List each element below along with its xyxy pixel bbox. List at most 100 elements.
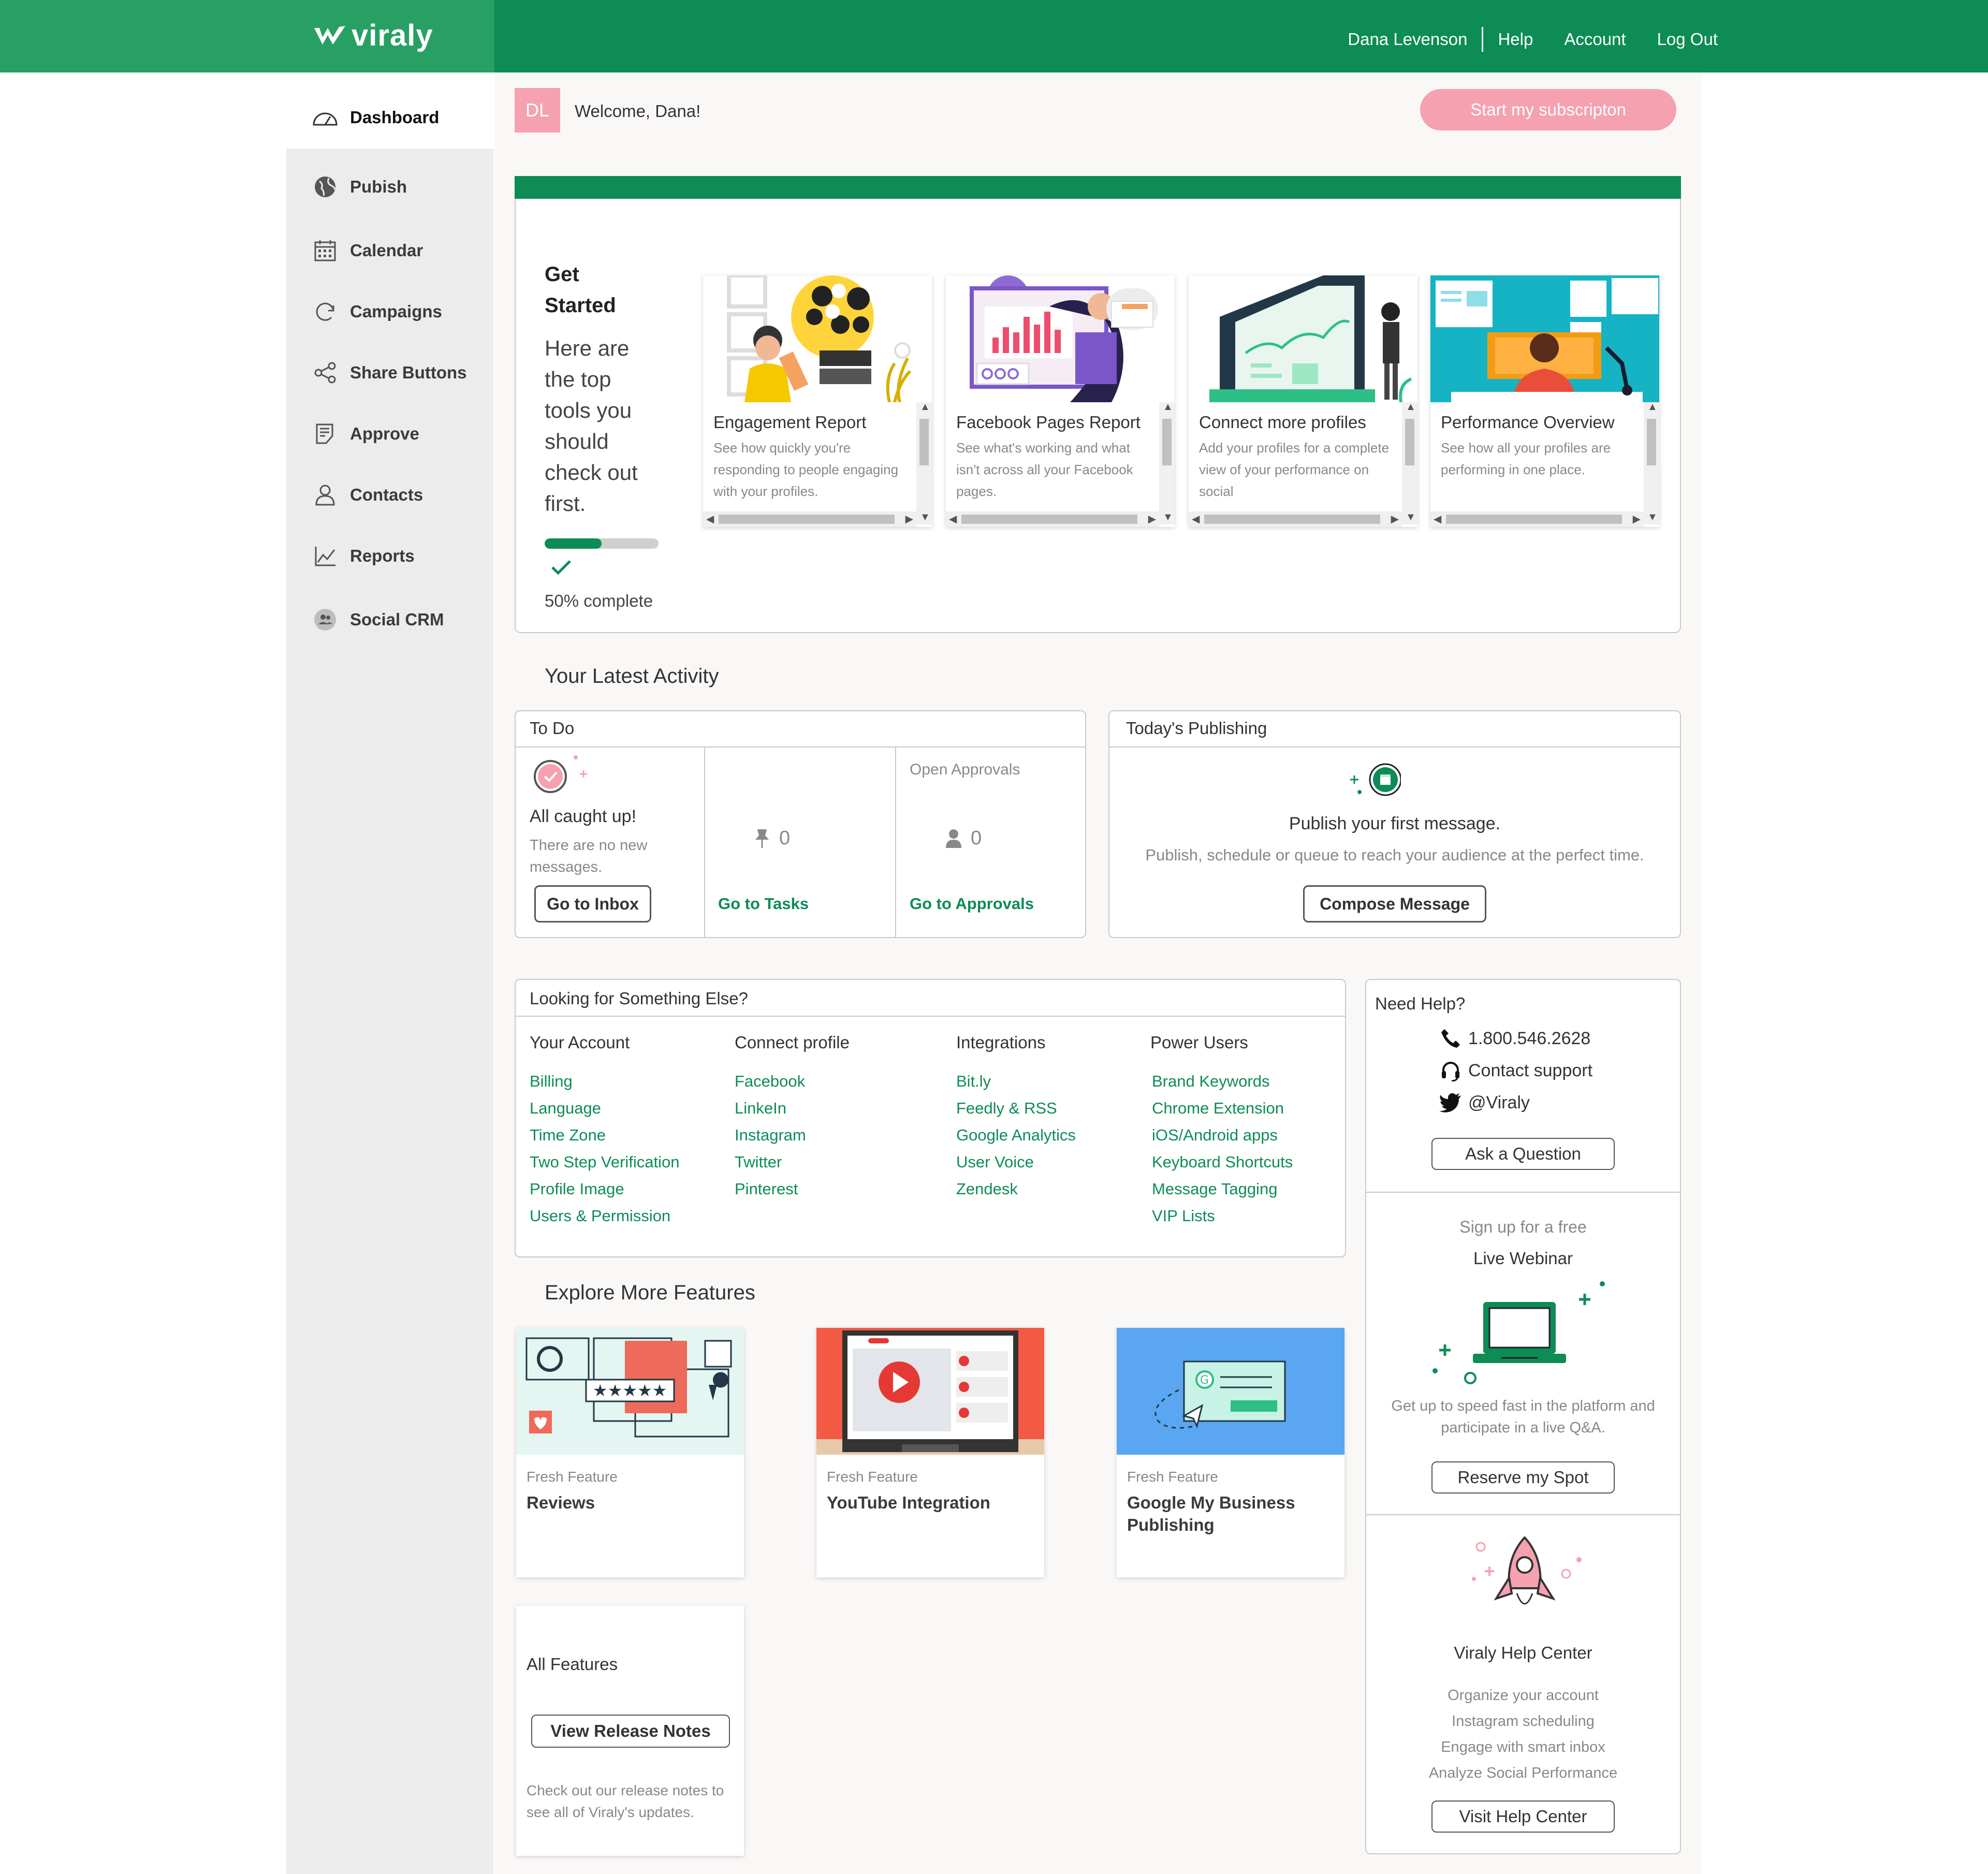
time-zone-link[interactable]: Time Zone <box>530 1122 680 1149</box>
nav-divider <box>1482 27 1484 52</box>
approvals-count: 0 <box>945 827 982 850</box>
tool-card-engagement-report[interactable]: Engagement Report See how quickly you're… <box>703 275 932 527</box>
sidebar-item-dashboard[interactable]: Dashboard <box>312 102 439 133</box>
zendesk-link[interactable]: Zendesk <box>956 1176 1076 1203</box>
sidebar-item-approve[interactable]: Approve <box>312 418 419 449</box>
globe-icon <box>312 173 339 200</box>
horizontal-scrollbar[interactable]: ◀ ▶ <box>946 511 1159 527</box>
chart-icon <box>312 543 339 569</box>
sidebar-item-label: Reports <box>350 546 415 565</box>
vertical-scrollbar[interactable]: ▲ ▼ <box>1644 401 1659 524</box>
viraly-logo[interactable]: viraly <box>313 14 433 56</box>
tool-card-desc: See how quickly you're responding to peo… <box>713 440 899 499</box>
facebook-link[interactable]: Facebook <box>735 1068 850 1095</box>
help-link[interactable]: Help <box>1498 30 1533 49</box>
sidebar-item-label: Share Buttons <box>350 363 467 382</box>
approve-icon <box>312 420 339 447</box>
webinar-kicker: Sign up for a free <box>1459 1218 1587 1236</box>
desc-line: first. <box>545 491 586 516</box>
contact-support-line[interactable]: Contact support <box>1439 1059 1592 1082</box>
chrome-extension-link[interactable]: Chrome Extension <box>1152 1095 1293 1122</box>
go-to-approvals-link[interactable]: Go to Approvals <box>910 895 1034 913</box>
feature-card-reviews[interactable]: ★★★★★ Fresh Feature Reviews <box>516 1328 744 1577</box>
pinterest-link[interactable]: Pinterest <box>735 1176 850 1203</box>
visit-help-center-button[interactable]: Visit Help Center <box>1431 1800 1615 1833</box>
feature-card-google-my-business[interactable]: G Fresh Feature Google My Business Publi… <box>1117 1328 1344 1577</box>
bitly-link[interactable]: Bit.ly <box>956 1068 1076 1095</box>
publish-calendar-icon <box>1349 760 1402 799</box>
horizontal-scrollbar[interactable]: ◀ ▶ <box>1430 511 1644 527</box>
linkedin-link[interactable]: LinkeIn <box>735 1095 850 1122</box>
go-to-inbox-button[interactable]: Go to Inbox <box>534 885 651 923</box>
todo-col-divider <box>704 746 705 938</box>
vertical-scrollbar[interactable]: ▲ ▼ <box>1402 401 1417 524</box>
vertical-scrollbar[interactable]: ▲ ▼ <box>1159 401 1175 524</box>
power-users-column: Power Users Brand Keywords Chrome Extens… <box>1150 1033 1293 1229</box>
ask-question-button[interactable]: Ask a Question <box>1431 1138 1615 1170</box>
start-subscription-button[interactable]: Start my subscripton <box>1420 89 1676 130</box>
tool-card-performance-overview[interactable]: Performance Overview See how all your pr… <box>1430 275 1659 527</box>
sidebar-item-contacts[interactable]: Contacts <box>312 479 423 510</box>
tool-card-facebook-pages-report[interactable]: Facebook Pages Report See what's working… <box>946 275 1175 527</box>
google-analytics-link[interactable]: Google Analytics <box>956 1122 1076 1149</box>
get-started-desc: Here are the top tools you should check … <box>545 333 638 519</box>
sidebar-item-social-crm[interactable]: Social CRM <box>312 604 444 635</box>
logout-link[interactable]: Log Out <box>1657 30 1718 49</box>
message-tagging-link[interactable]: Message Tagging <box>1152 1176 1293 1203</box>
profile-image-link[interactable]: Profile Image <box>530 1176 680 1203</box>
go-to-tasks-link[interactable]: Go to Tasks <box>718 895 809 913</box>
sidebar-item-label: Campaigns <box>350 302 442 321</box>
people-icon <box>312 606 339 633</box>
column-heading: Power Users <box>1150 1033 1248 1052</box>
performance-illustration <box>1430 275 1659 402</box>
language-link[interactable]: Language <box>530 1095 680 1122</box>
users-permission-link[interactable]: Users & Permission <box>530 1203 680 1229</box>
feature-name: Google My Business Publishing <box>1127 1493 1295 1534</box>
engagement-illustration <box>703 275 932 402</box>
feature-kicker: Fresh Feature <box>1127 1469 1218 1485</box>
progress-fill <box>545 538 602 549</box>
feedly-rss-link[interactable]: Feedly & RSS <box>956 1095 1076 1122</box>
sidebar-item-reports[interactable]: Reports <box>312 540 415 572</box>
brand-keywords-link[interactable]: Brand Keywords <box>1152 1068 1293 1095</box>
phone-line[interactable]: 1.800.546.2628 <box>1439 1027 1590 1050</box>
tool-card-desc: See how all your profiles are performing… <box>1441 440 1611 477</box>
tool-card-title: Facebook Pages Report <box>956 413 1141 432</box>
view-release-notes-button[interactable]: View Release Notes <box>531 1715 730 1748</box>
ios-android-apps-link[interactable]: iOS/Android apps <box>1152 1122 1293 1149</box>
publishing-header: Today's Publishing <box>1126 719 1267 738</box>
sidebar-item-campaigns[interactable]: Campaigns <box>312 296 442 327</box>
sidebar-item-calendar[interactable]: Calendar <box>312 235 423 266</box>
horizontal-scrollbar[interactable]: ◀ ▶ <box>1189 511 1402 527</box>
user-voice-link[interactable]: User Voice <box>956 1149 1076 1176</box>
keyboard-shortcuts-link[interactable]: Keyboard Shortcuts <box>1152 1149 1293 1176</box>
instagram-link[interactable]: Instagram <box>735 1122 850 1149</box>
tool-card-connect-profiles[interactable]: Connect more profiles Add your profiles … <box>1189 275 1417 527</box>
tool-card-title: Connect more profiles <box>1199 413 1366 432</box>
looking-header-divider <box>515 1016 1346 1017</box>
vertical-scrollbar[interactable]: ▲ ▼ <box>916 401 932 524</box>
two-step-verification-link[interactable]: Two Step Verification <box>530 1149 680 1176</box>
vip-lists-link[interactable]: VIP Lists <box>1152 1203 1293 1229</box>
twitter-line[interactable]: @Viraly <box>1439 1091 1530 1114</box>
compose-message-button[interactable]: Compose Message <box>1303 885 1486 923</box>
horizontal-scrollbar[interactable]: ◀ ▶ <box>703 511 916 527</box>
column-heading: Your Account <box>530 1033 630 1052</box>
progress-label: 50% complete <box>545 591 653 610</box>
sidebar-item-label: Calendar <box>350 241 423 260</box>
feature-card-youtube[interactable]: Fresh Feature YouTube Integration <box>816 1328 1044 1577</box>
reserve-spot-button[interactable]: Reserve my Spot <box>1431 1461 1615 1494</box>
help-center-topics: Organize your account Instagram scheduli… <box>1365 1682 1681 1786</box>
reviews-illustration: ★★★★★ <box>516 1328 744 1455</box>
sidebar-item-share-buttons[interactable]: Share Buttons <box>312 357 467 388</box>
account-link[interactable]: Account <box>1564 30 1626 49</box>
welcome-text: Welcome, Dana! <box>575 101 701 121</box>
twitter-link[interactable]: Twitter <box>735 1149 850 1176</box>
contact-support-text: Contact support <box>1468 1060 1593 1080</box>
user-name-link[interactable]: Dana Levenson <box>1348 30 1467 49</box>
user-icon <box>946 829 961 848</box>
avatar[interactable]: DL <box>515 88 560 133</box>
billing-link[interactable]: Billing <box>530 1068 680 1095</box>
share-icon <box>312 359 339 386</box>
sidebar-item-publish[interactable]: Pubish <box>312 171 407 202</box>
